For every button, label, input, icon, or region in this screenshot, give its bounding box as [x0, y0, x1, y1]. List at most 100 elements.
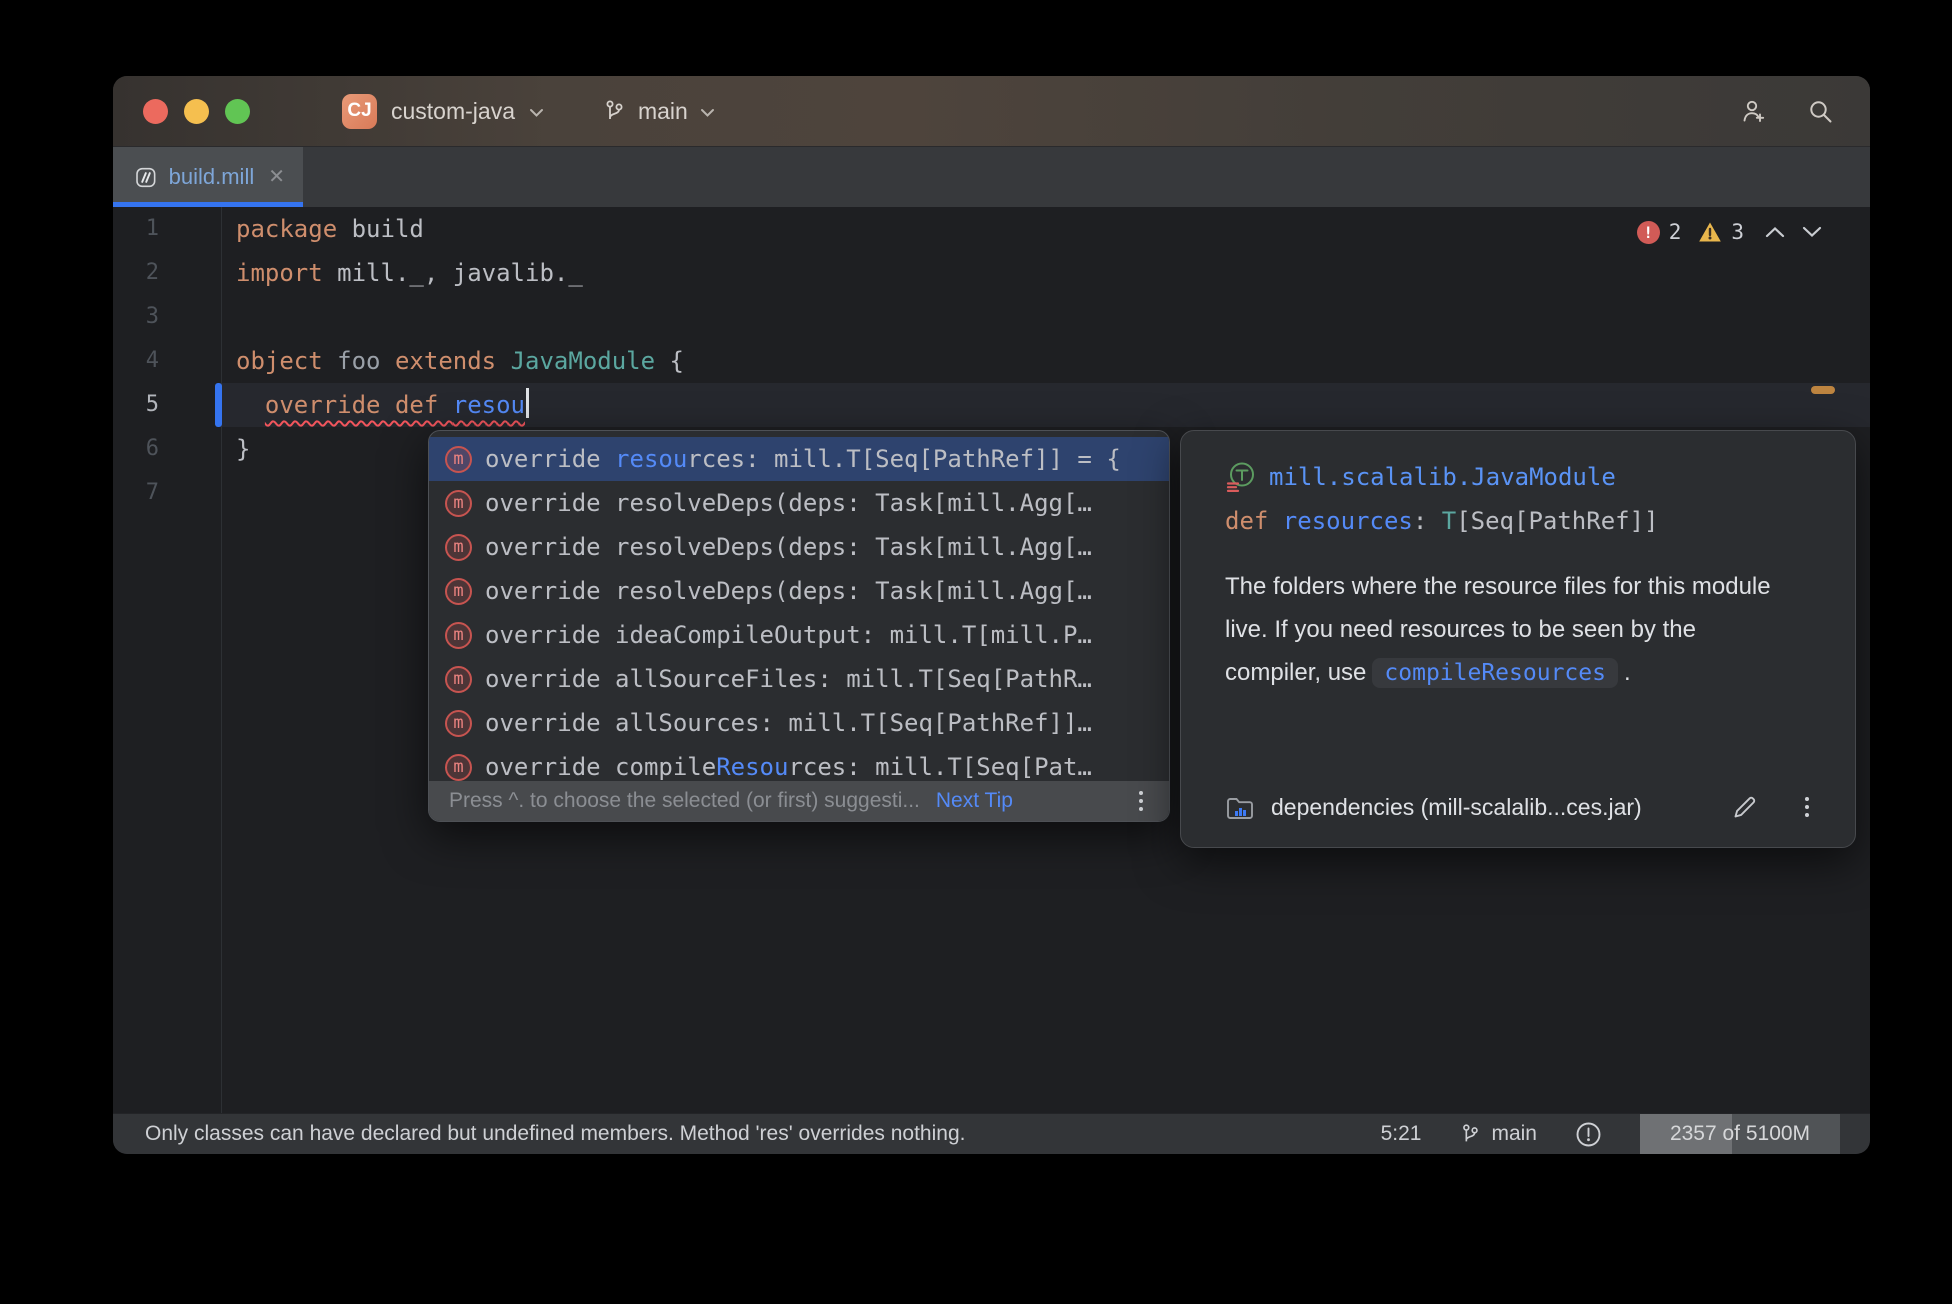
chevron-down-icon — [1802, 226, 1822, 238]
completion-item-text: override allSourceFiles: mill.T[Seq[Path… — [485, 665, 1092, 693]
compile-resources-link[interactable]: compileResources — [1372, 658, 1618, 688]
previous-issue-button[interactable] — [1761, 218, 1789, 246]
status-bar: Only classes can have declared but undef… — [113, 1113, 1870, 1154]
inspections-widget[interactable]: ! 2 3 — [1637, 214, 1826, 250]
doc-source-label: dependencies (mill-scalalib...ces.jar) — [1271, 794, 1642, 821]
method-icon: m — [445, 578, 472, 605]
doc-header: mill.scalalib.JavaModule — [1225, 461, 1815, 493]
code-token: JavaModule — [511, 347, 656, 375]
kebab-menu-icon[interactable] — [1799, 793, 1815, 821]
code-token: override resolveDeps(deps: Task[mill.Agg… — [485, 489, 1092, 517]
project-widget[interactable]: CJ custom-java — [342, 94, 544, 129]
method-icon: m — [445, 622, 472, 649]
code-token: override resolveDeps(deps: Task[mill.Agg… — [485, 533, 1092, 561]
line-number[interactable]: 3 — [113, 295, 221, 339]
error-count-icon: ! — [1637, 221, 1660, 244]
line-number[interactable]: 5 — [113, 383, 221, 427]
code-token: } — [236, 435, 250, 463]
git-branch-icon — [1459, 1123, 1481, 1145]
project-badge: CJ — [342, 94, 377, 129]
completion-item-text: override resources: mill.T[Seq[PathRef]]… — [485, 445, 1121, 473]
status-branch-widget[interactable]: main — [1459, 1122, 1537, 1146]
doc-module-path[interactable]: mill.scalalib.JavaModule — [1269, 463, 1616, 491]
memory-indicator[interactable]: 2357 of 5100M — [1640, 1114, 1840, 1154]
code-line[interactable]: package build — [222, 207, 1870, 251]
next-tip-link[interactable]: Next Tip — [936, 789, 1013, 813]
completion-item-text: override ideaCompileOutput: mill.T[mill.… — [485, 621, 1092, 649]
close-window-button[interactable] — [143, 99, 168, 124]
completion-item[interactable]: m override resolveDeps(deps: Task[mill.Ag… — [429, 481, 1169, 525]
code-token: override resolveDeps(deps: Task[mill.Agg… — [485, 577, 1092, 605]
completion-item-text: override resolveDeps(deps: Task[mill.Agg… — [485, 489, 1092, 517]
status-message: Only classes can have declared but undef… — [145, 1122, 965, 1146]
completion-item[interactable]: m override resources: mill.T[Seq[PathRef]… — [429, 437, 1169, 481]
code-token: object — [236, 347, 323, 375]
warning-count: 3 — [1731, 220, 1744, 244]
text-caret — [526, 388, 529, 418]
completion-item-text: override allSources: mill.T[Seq[PathRef]… — [485, 709, 1092, 737]
completion-item-text: override resolveDeps(deps: Task[mill.Agg… — [485, 533, 1092, 561]
inspection-stripe-mark[interactable] — [1811, 386, 1835, 394]
mill-file-icon — [135, 164, 157, 191]
code-token: import — [236, 259, 323, 287]
code-token: rces: mill.T[Seq[PathRef]] = { — [687, 445, 1120, 473]
code-token: package — [236, 215, 337, 243]
completion-item[interactable]: moverride resolveDeps(deps: Task[mill.Ag… — [429, 525, 1169, 569]
code-token — [323, 347, 337, 375]
add-user-icon[interactable] — [1739, 97, 1767, 125]
code-line[interactable]: import mill._, javalib._ — [222, 251, 1870, 295]
tab-build-mill[interactable]: build.mill ✕ — [113, 147, 303, 207]
warning-count-icon — [1698, 221, 1722, 243]
tab-close-icon[interactable]: ✕ — [268, 167, 285, 187]
alert-circle-icon[interactable] — [1575, 1121, 1602, 1148]
code-token: override allSources: mill.T[Seq[PathRef]… — [485, 709, 1092, 737]
completion-item[interactable]: m override allSourceFiles: mill.T[Seq[Pat… — [429, 657, 1169, 701]
error-count: 2 — [1669, 220, 1682, 244]
branch-widget[interactable]: main — [602, 98, 715, 125]
edit-pencil-icon[interactable] — [1731, 793, 1759, 821]
tab-filename: build.mill — [169, 164, 255, 190]
code-token: override allSourceFiles: mill.T[Seq[Path… — [485, 665, 1092, 693]
line-number[interactable]: 4 — [113, 339, 221, 383]
editor-gutter[interactable]: 1234567 — [113, 207, 222, 1113]
completion-item[interactable]: m override ideaCompileOutput: mill.T[mill… — [429, 613, 1169, 657]
kebab-menu-icon[interactable] — [1133, 787, 1149, 815]
line-number[interactable]: 1 — [113, 207, 221, 251]
cursor-position[interactable]: 5:21 — [1381, 1122, 1422, 1146]
completion-item-text: override resolveDeps(deps: Task[mill.Agg… — [485, 577, 1092, 605]
code-token — [236, 391, 265, 419]
next-issue-button[interactable] — [1798, 218, 1826, 246]
code-token: mill._, javalib._ — [323, 259, 583, 287]
window-controls — [143, 99, 250, 124]
line-number[interactable]: 7 — [113, 471, 221, 515]
zoom-window-button[interactable] — [225, 99, 250, 124]
minimize-window-button[interactable] — [184, 99, 209, 124]
chevron-up-icon — [1765, 226, 1785, 238]
code-line[interactable]: override def resou — [222, 383, 1870, 427]
line-number[interactable]: 6 — [113, 427, 221, 471]
code-token: resou — [615, 445, 687, 473]
trait-icon — [1225, 461, 1257, 493]
method-icon: m — [445, 490, 472, 517]
memory-text: 2357 of 5100M — [1670, 1122, 1810, 1146]
code-token — [496, 347, 510, 375]
completion-item[interactable]: moverride compileResources: mill.T[Seq[P… — [429, 745, 1169, 783]
code-token: override ideaCompileOutput: mill.T[mill.… — [485, 621, 1092, 649]
code-token: rces: mill.T[Seq[Pat… — [788, 753, 1091, 781]
code-token: override compile — [485, 753, 716, 781]
completion-item[interactable]: m override resolveDeps(deps: Task[mill.Ag… — [429, 569, 1169, 613]
search-icon[interactable] — [1807, 98, 1834, 125]
completion-item[interactable]: moverride allSources: mill.T[Seq[PathRef… — [429, 701, 1169, 745]
code-token: resou — [453, 391, 525, 419]
code-token: : — [1413, 507, 1442, 535]
git-branch-icon — [602, 99, 626, 123]
library-folder-icon — [1225, 793, 1255, 821]
code-line[interactable] — [222, 295, 1870, 339]
method-icon: m — [445, 666, 472, 693]
completion-item-text: override compileResources: mill.T[Seq[Pa… — [485, 753, 1092, 781]
code-token: Resou — [716, 753, 788, 781]
code-token: foo — [337, 347, 380, 375]
line-number[interactable]: 2 — [113, 251, 221, 295]
code-line[interactable]: object foo extends JavaModule { — [222, 339, 1870, 383]
method-icon: m — [445, 446, 472, 473]
